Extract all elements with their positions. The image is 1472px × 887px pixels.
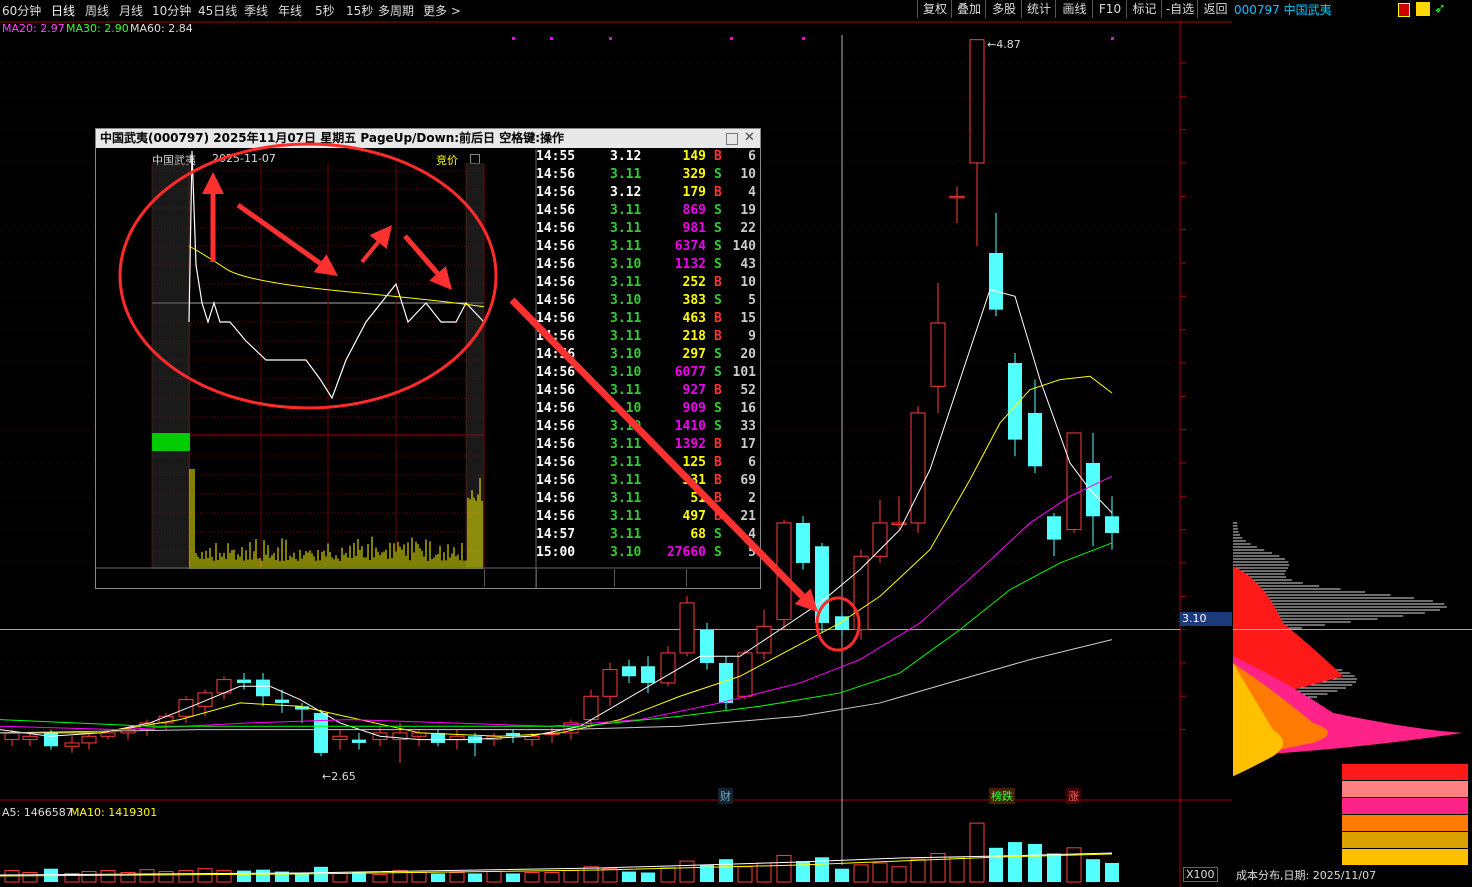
cost-legend-row [1342, 832, 1468, 848]
cost-distribution-chart [1233, 20, 1472, 865]
arrow-up-right-shaft [362, 242, 378, 262]
flag-icon[interactable] [1416, 2, 1430, 16]
arrow-down-right-2-shaft [405, 236, 438, 273]
stock-code-name: 000797 中国武夷 [1234, 1, 1332, 18]
cost-distribution-footer: 成本分布,日期: 2025/11/07 [1236, 867, 1376, 883]
cost-legend-row [1342, 815, 1468, 831]
cost-legend-row [1342, 781, 1468, 797]
arrow-down-right-head [314, 254, 338, 276]
highlight-circle [817, 598, 859, 650]
arrow-down-right-shaft [238, 205, 320, 263]
arrow-up-head [202, 172, 224, 194]
cost-legend-row [1342, 798, 1468, 814]
stock-header: 000797 中国武夷 ➶ [1232, 0, 1472, 19]
up-arrow-icon[interactable] [1398, 3, 1410, 17]
arrow-to-candle-shaft [512, 300, 803, 596]
right-arrow-icon[interactable]: ➶ [1434, 1, 1446, 17]
cost-legend-row [1342, 764, 1468, 780]
cost-legend-row [1342, 849, 1468, 865]
annotation-overlay [0, 0, 1232, 887]
